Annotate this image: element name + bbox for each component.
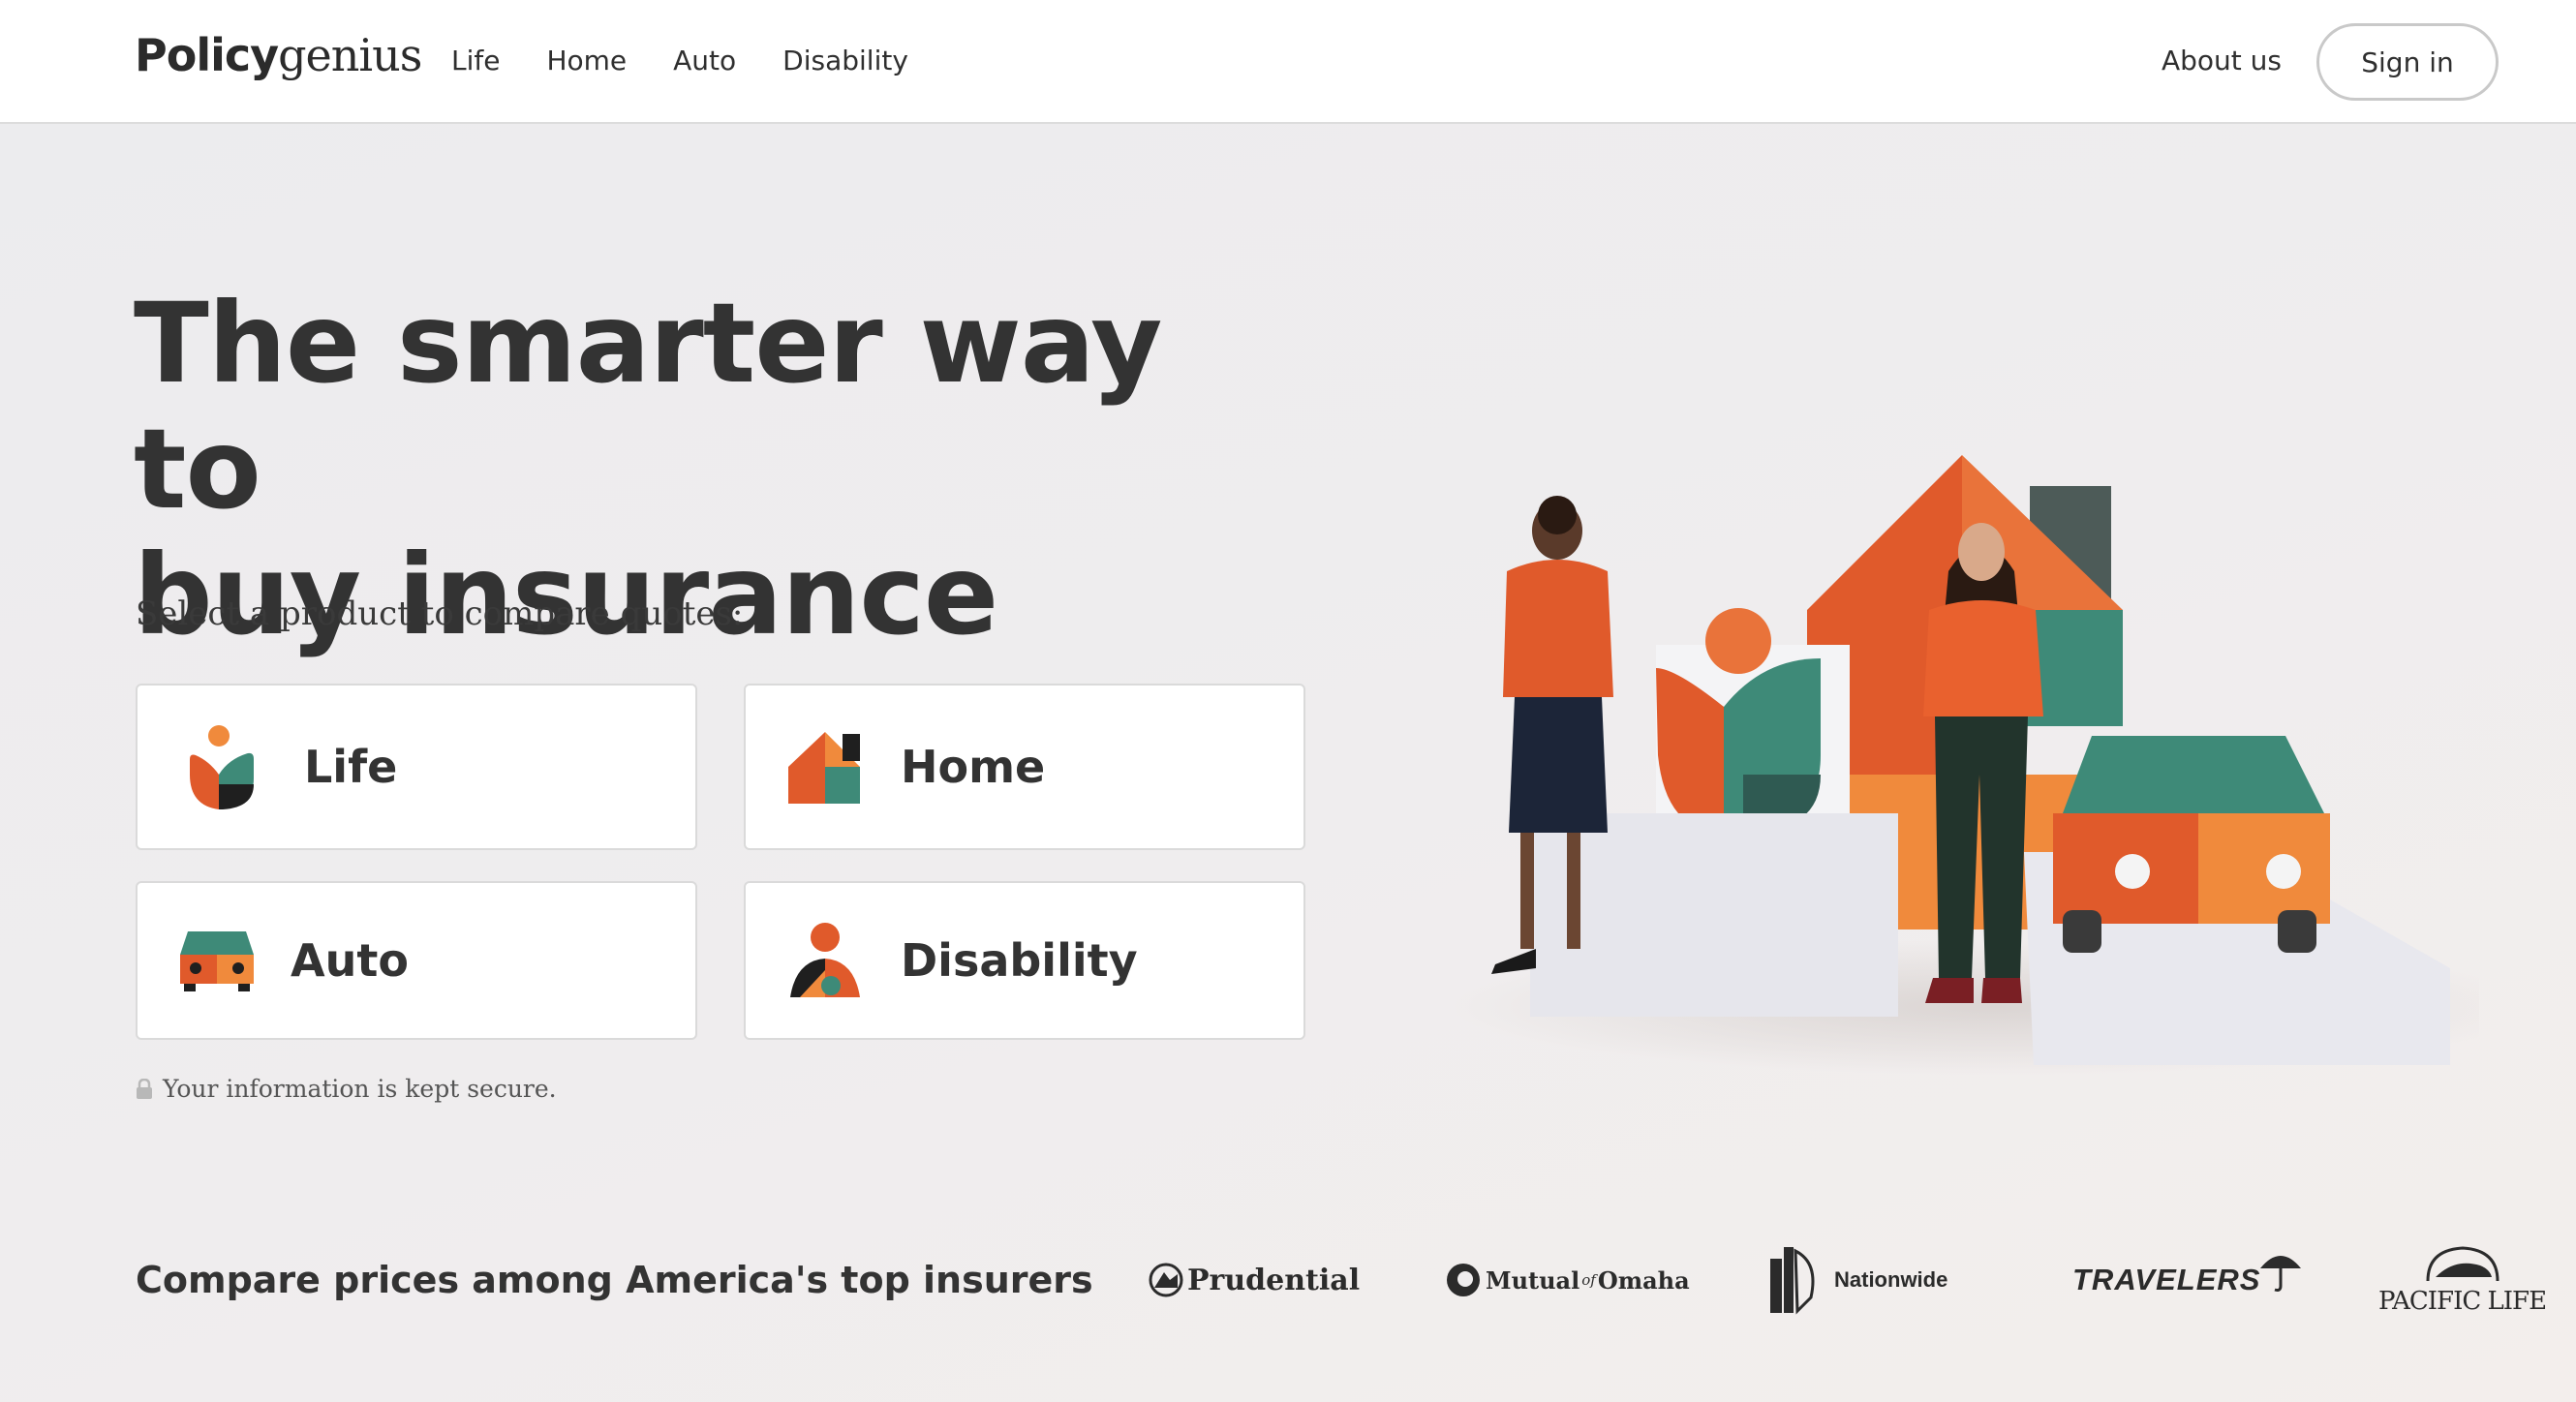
secure-notice: Your information is kept secure. — [136, 1075, 557, 1103]
top-navbar: Policygenius Life Home Auto Disability A… — [0, 0, 2576, 124]
policygenius-logo[interactable]: Policygenius — [135, 29, 422, 81]
product-label-auto: Auto — [291, 934, 409, 987]
hero-title-line-1: The smarter way to — [134, 279, 1162, 533]
nationwide-eagle-icon — [1770, 1247, 1815, 1315]
mutual-wordmark: Mutual — [1486, 1265, 1580, 1295]
product-prompt: Select a product to compare quotes: — [136, 594, 744, 633]
travelers-umbrella-icon — [2260, 1256, 2302, 1292]
prudential-rock-icon — [1149, 1263, 1183, 1297]
pacific-life-whale-icon — [2426, 1246, 2499, 1282]
logo-policy-text: Policy — [135, 29, 279, 81]
product-label-home: Home — [901, 741, 1046, 793]
insurers-heading: Compare prices among America's top insur… — [136, 1259, 1093, 1301]
home-house-icon — [788, 732, 860, 804]
travelers-wordmark: TRAVELERS — [2072, 1263, 2261, 1296]
lock-icon — [137, 1078, 152, 1099]
insurer-logo-mutual-of-omaha: Mutual of Omaha — [1445, 1241, 1690, 1319]
product-label-disability: Disability — [901, 934, 1138, 987]
pedestal-left — [1530, 813, 1898, 1017]
car-block — [2053, 736, 2330, 953]
insurer-logo-nationwide: Nationwide — [1768, 1241, 1947, 1319]
secure-text: Your information is kept secure. — [163, 1075, 557, 1103]
product-card-life[interactable]: Life — [136, 684, 697, 850]
logo-genius-text: genius — [278, 29, 422, 81]
nationwide-wordmark: Nationwide — [1834, 1267, 1948, 1292]
product-label-life: Life — [304, 741, 398, 793]
insurer-logo-prudential: Prudential — [1149, 1241, 1360, 1319]
of-wordmark: of — [1581, 1271, 1596, 1289]
omaha-wordmark: Omaha — [1597, 1265, 1690, 1295]
hero-illustration — [1453, 455, 2479, 1075]
auto-car-icon — [180, 931, 254, 991]
nav-link-home[interactable]: Home — [546, 45, 627, 76]
insurer-logo-travelers: TRAVELERS — [2072, 1241, 2305, 1319]
sign-in-button[interactable]: Sign in — [2316, 23, 2499, 101]
insurer-logo-pacific-life: PACIFIC LIFE — [2378, 1241, 2547, 1319]
main-nav: Life Home Auto Disability — [451, 45, 908, 76]
nav-link-auto[interactable]: Auto — [673, 45, 736, 76]
product-card-home[interactable]: Home — [744, 684, 1305, 850]
product-card-auto[interactable]: Auto — [136, 881, 697, 1040]
pacific-life-wordmark: PACIFIC LIFE — [2378, 1287, 2547, 1316]
nav-link-disability[interactable]: Disability — [782, 45, 908, 76]
omaha-lion-icon — [1447, 1264, 1480, 1296]
nav-link-life[interactable]: Life — [451, 45, 500, 76]
prudential-wordmark: Prudential — [1187, 1263, 1361, 1297]
product-card-disability[interactable]: Disability — [744, 881, 1305, 1040]
disability-person-icon — [790, 923, 860, 997]
about-us-link[interactable]: About us — [2162, 45, 2282, 76]
life-tulip-icon — [190, 725, 254, 809]
